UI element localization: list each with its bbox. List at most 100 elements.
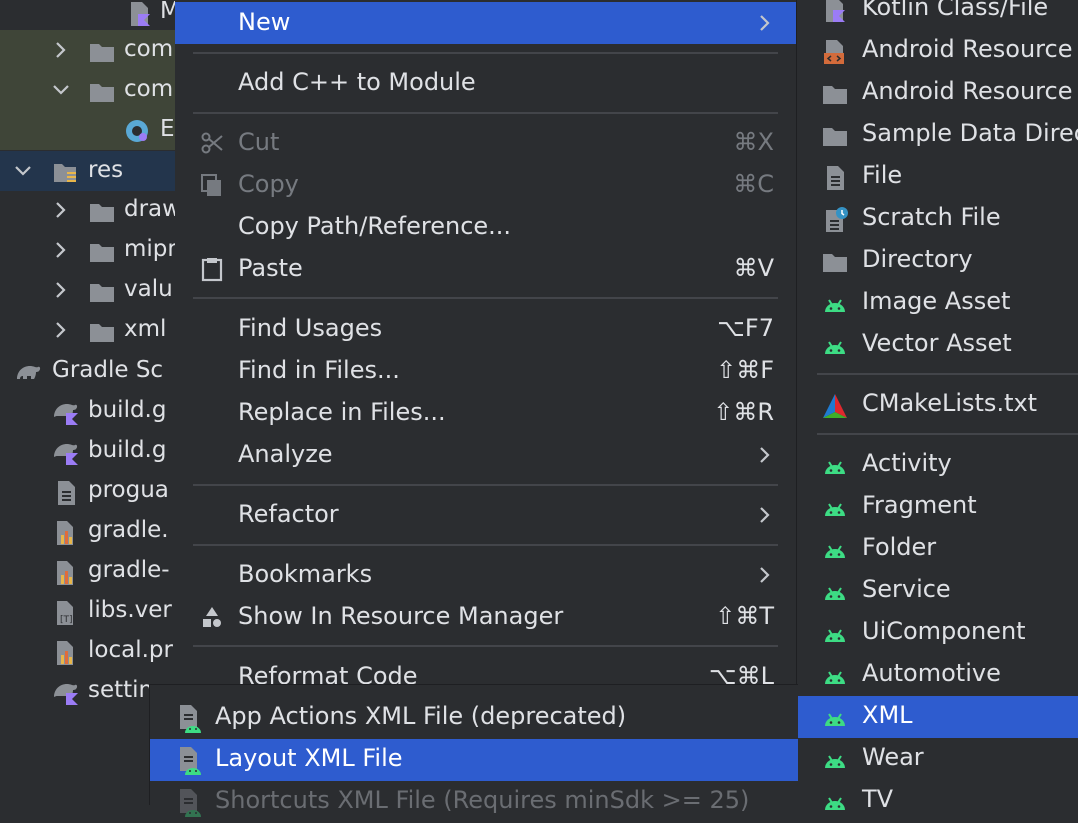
folder-icon	[88, 38, 114, 62]
new-item-directory[interactable]: Directory	[797, 240, 1078, 282]
tree-row[interactable]: xml	[0, 310, 180, 350]
new-item-tv[interactable]: TV	[797, 780, 1078, 822]
new-item-wear[interactable]: Wear	[797, 738, 1078, 780]
chevron-right-icon	[756, 10, 774, 36]
tree-row[interactable]: build.g	[0, 431, 180, 471]
properties-file-icon	[52, 559, 78, 585]
new-item-label: Android Resource Directory	[862, 77, 1078, 105]
tree-row-label: com	[124, 76, 174, 102]
menu-item-new[interactable]: New	[175, 2, 796, 44]
tree-row[interactable]: [T] libs.ver	[0, 591, 180, 631]
new-item-cmakelists-txt[interactable]: CMakeLists.txt	[797, 384, 1078, 426]
new-item-sample-data-directory[interactable]: Sample Data Directory	[797, 114, 1078, 156]
tree-row[interactable]: draw	[0, 190, 180, 230]
menu-item-find-usages[interactable]: Find Usages ⌥F7	[175, 308, 796, 350]
xml-item-label: Shortcuts XML File (Requires minSdk >= 2…	[215, 786, 750, 814]
new-item-file[interactable]: File	[797, 156, 1078, 198]
tree-row[interactable]: mipm	[0, 230, 180, 270]
menu-separator	[193, 484, 778, 486]
xml-file-icon	[176, 703, 204, 733]
xml-submenu: App Actions XML File (deprecated) Layout …	[149, 684, 798, 817]
tree-row-label: mipm	[124, 236, 180, 262]
folder-icon	[88, 78, 114, 102]
tree-row[interactable]: gradle.	[0, 511, 180, 551]
tree-row[interactable]: progua	[0, 471, 180, 511]
tree-row[interactable]: Gradle Sc	[0, 351, 180, 391]
tree-row[interactable]: local.pr	[0, 631, 180, 671]
new-item-vector-asset[interactable]: Vector Asset	[797, 324, 1078, 366]
new-item-automotive[interactable]: Automotive	[797, 654, 1078, 696]
kotlin-file-icon	[126, 0, 152, 26]
folder-icon	[88, 238, 114, 262]
tree-row[interactable]: valu	[0, 270, 180, 310]
xml-item-label: App Actions XML File (deprecated)	[215, 702, 627, 730]
gradle-kts-icon	[52, 679, 78, 705]
new-item-label: File	[862, 161, 903, 189]
copy-icon	[199, 172, 225, 198]
menu-item-label: Find Usages	[238, 314, 383, 342]
new-item-label: Automotive	[862, 659, 1001, 687]
tree-row[interactable]: res	[0, 151, 180, 191]
toml-file-icon: [T]	[52, 599, 78, 625]
chevron-right-icon[interactable]	[50, 239, 72, 261]
menu-item-find-in-files[interactable]: Find in Files... ⇧⌘F	[175, 350, 796, 392]
menu-item-copy-path-reference[interactable]: Copy Path/Reference...	[175, 206, 796, 248]
xml-item-label: Layout XML File	[215, 744, 403, 772]
scratch-file-icon	[821, 206, 849, 234]
new-item-scratch-file[interactable]: Scratch File	[797, 198, 1078, 240]
menu-item-replace-in-files[interactable]: Replace in Files... ⇧⌘R	[175, 392, 796, 434]
tree-row-label: libs.ver	[88, 597, 172, 623]
android-icon	[821, 452, 849, 480]
chevron-down-icon[interactable]	[50, 79, 72, 101]
menu-item-analyze[interactable]: Analyze	[175, 434, 796, 476]
menu-item-paste[interactable]: Paste ⌘V	[175, 248, 796, 290]
new-item-label: Kotlin Class/File	[862, 0, 1049, 21]
new-item-kotlin-class-file[interactable]: Kotlin Class/File	[797, 0, 1078, 30]
xml-file-icon	[176, 787, 204, 817]
new-item-fragment[interactable]: Fragment	[797, 486, 1078, 528]
tree-row-label: com	[124, 36, 174, 62]
tree-row[interactable]: com	[0, 30, 180, 70]
chevron-down-icon[interactable]	[12, 160, 34, 182]
menu-item-refactor[interactable]: Refactor	[175, 494, 796, 536]
chevron-right-icon[interactable]	[50, 39, 72, 61]
chevron-right-icon[interactable]	[50, 279, 72, 301]
xml-item-app-actions-xml-file-deprecated[interactable]: App Actions XML File (deprecated)	[150, 697, 798, 739]
new-item-uicomponent[interactable]: UiComponent	[797, 612, 1078, 654]
new-item-label: Folder	[862, 533, 937, 561]
chevron-right-icon	[756, 562, 774, 588]
android-icon	[821, 662, 849, 690]
menu-item-add-c-to-module[interactable]: Add C++ to Module	[175, 62, 796, 104]
menu-item-label: Analyze	[238, 440, 333, 468]
tree-row[interactable]: E	[0, 110, 180, 150]
new-item-xml[interactable]: XML	[797, 696, 1078, 738]
new-item-label: CMakeLists.txt	[862, 389, 1038, 417]
menu-item-shortcut: ⇧⌘T	[715, 602, 774, 630]
new-item-android-resource-directory[interactable]: Android Resource Directory	[797, 72, 1078, 114]
android-icon	[821, 494, 849, 522]
menu-item-bookmarks[interactable]: Bookmarks	[175, 554, 796, 596]
new-item-image-asset[interactable]: Image Asset	[797, 282, 1078, 324]
tree-row-label: Gradle Sc	[52, 357, 164, 383]
new-item-folder[interactable]: Folder	[797, 528, 1078, 570]
new-item-android-resource-file[interactable]: Android Resource File	[797, 30, 1078, 72]
tree-row[interactable]: build.g	[0, 391, 180, 431]
tree-row[interactable]: gradle-	[0, 551, 180, 591]
chevron-right-icon[interactable]	[50, 319, 72, 341]
android-icon	[821, 746, 849, 774]
new-item-service[interactable]: Service	[797, 570, 1078, 612]
new-item-label: Activity	[862, 449, 952, 477]
tree-row[interactable]: M	[0, 0, 180, 32]
chevron-right-icon[interactable]	[50, 199, 72, 221]
tree-row-label: build.g	[88, 397, 167, 423]
folder-icon	[821, 248, 849, 276]
svg-text:[T]: [T]	[60, 615, 73, 625]
menu-item-show-in-resource-manager[interactable]: Show In Resource Manager ⇧⌘T	[175, 596, 796, 638]
gradle-kts-icon	[52, 399, 78, 425]
new-item-activity[interactable]: Activity	[797, 444, 1078, 486]
tree-row[interactable]: com	[0, 70, 180, 110]
menu-item-label: Replace in Files...	[238, 398, 446, 426]
menu-separator	[193, 52, 778, 54]
xml-item-layout-xml-file[interactable]: Layout XML File	[150, 739, 798, 781]
menu-separator	[193, 112, 778, 114]
